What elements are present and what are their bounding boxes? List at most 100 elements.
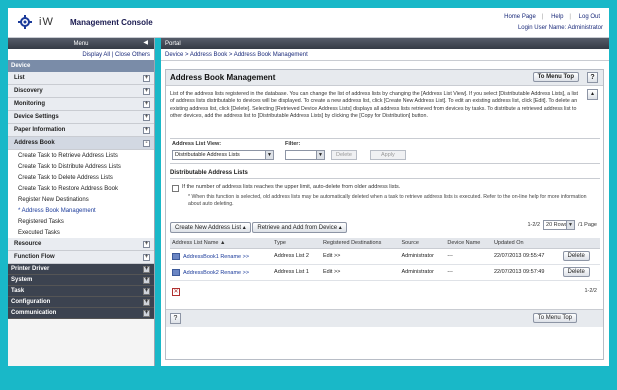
dropdown-icon: ▴ bbox=[242, 225, 246, 231]
create-new-address-list-button[interactable]: Create New Address List ▴ bbox=[170, 222, 251, 233]
sidebar-item-paper-information[interactable]: Paper Information + bbox=[8, 124, 154, 137]
delete-filter-button[interactable]: Delete bbox=[331, 150, 357, 160]
sidebar-item-communication[interactable]: Communication + bbox=[8, 308, 154, 319]
delete-button[interactable]: Delete bbox=[562, 267, 590, 277]
expand-icon[interactable]: + bbox=[143, 87, 150, 95]
edit-link[interactable]: Edit >> bbox=[320, 264, 400, 281]
help-icon[interactable]: ? bbox=[587, 72, 598, 83]
panel-header: Address Book Management To Menu Top ? bbox=[166, 70, 603, 86]
sidebar-subitem-distribute[interactable]: Create Task to Distribute Address Lists bbox=[8, 161, 154, 172]
address-list-name-link[interactable]: AddressBook2 bbox=[183, 269, 219, 275]
expand-icon[interactable]: + bbox=[143, 276, 150, 284]
sidebar-subitem-restore[interactable]: Create Task to Restore Address Book bbox=[8, 183, 154, 194]
col-address-list-name[interactable]: Address List Name ▲ bbox=[170, 238, 273, 249]
sidebar-item-label: Device Settings bbox=[14, 114, 59, 120]
delete-selected-icon[interactable]: ✕ bbox=[172, 288, 180, 296]
sidebar-subitem-address-book-management[interactable]: * Address Book Management bbox=[8, 205, 154, 216]
sidebar-item-monitoring[interactable]: Monitoring + bbox=[8, 98, 154, 111]
sidebar-device-header[interactable]: Device bbox=[8, 60, 154, 72]
sort-asc-icon[interactable]: ▲ bbox=[220, 240, 225, 246]
table-header-row: Address List Name ▲ Type Registered Dest… bbox=[170, 238, 600, 249]
close-others-link[interactable]: Close Others bbox=[115, 52, 150, 58]
rows-per-page-select[interactable]: 20 Rows ▼ bbox=[543, 220, 576, 230]
sidebar-item-task[interactable]: Task + bbox=[8, 286, 154, 297]
sidebar-item-resource[interactable]: Resource + bbox=[8, 238, 154, 251]
sidebar-item-device-settings[interactable]: Device Settings + bbox=[8, 111, 154, 124]
page-description: List of the address lists registered in … bbox=[170, 91, 578, 120]
portal-bar: Portal bbox=[161, 38, 609, 49]
row-source-cell: Administrator bbox=[399, 248, 446, 265]
retrieve-and-add-button[interactable]: Retrieve and Add from Device ▴ bbox=[252, 222, 347, 233]
rename-link[interactable]: Rename >> bbox=[220, 269, 249, 275]
sidebar-item-label: Monitoring bbox=[14, 101, 45, 107]
top-bar: iW Management Console Home Page | Help | L… bbox=[8, 8, 609, 38]
address-list-view-label: Address List View: bbox=[172, 141, 222, 147]
to-menu-top-button[interactable]: To Menu Top bbox=[532, 72, 579, 82]
sidebar-subitem-register[interactable]: Register New Destinations bbox=[8, 194, 154, 205]
col-source[interactable]: Source bbox=[399, 238, 446, 249]
expand-icon[interactable]: + bbox=[143, 309, 150, 317]
logout-link[interactable]: Log Out bbox=[576, 14, 603, 20]
address-book-icon bbox=[172, 252, 180, 260]
table-row: AddressBook1 Rename >> Address List 2 Ed… bbox=[170, 248, 600, 265]
expand-icon[interactable]: + bbox=[143, 240, 150, 248]
chevron-down-icon: ▼ bbox=[265, 151, 273, 159]
sidebar-item-configuration[interactable]: Configuration + bbox=[8, 297, 154, 308]
main-area: Portal Device > Address Book > Address B… bbox=[161, 38, 609, 366]
collapse-icon[interactable]: - bbox=[143, 139, 150, 147]
sidebar-item-address-book[interactable]: Address Book - bbox=[8, 137, 154, 150]
row-name-cell: AddressBook1 Rename >> bbox=[170, 248, 273, 265]
col-type[interactable]: Type bbox=[272, 238, 321, 249]
col-updated-on[interactable]: Updated On bbox=[491, 238, 561, 249]
row-device-cell: --- bbox=[445, 248, 492, 265]
sidebar-subitem-retrieve[interactable]: Create Task to Retrieve Address Lists bbox=[8, 150, 154, 161]
delete-button[interactable]: Delete bbox=[562, 251, 590, 261]
sidebar-subitem-registered-tasks[interactable]: Registered Tasks bbox=[8, 216, 154, 227]
home-page-link[interactable]: Home Page bbox=[501, 14, 539, 20]
sidebar-item-list[interactable]: List + bbox=[8, 72, 154, 85]
expand-icon[interactable]: + bbox=[143, 298, 150, 306]
sidebar-item-function-flow[interactable]: Function Flow + bbox=[8, 251, 154, 264]
expand-icon[interactable]: + bbox=[143, 253, 150, 261]
expand-icon[interactable]: + bbox=[143, 287, 150, 295]
edit-link[interactable]: Edit >> bbox=[320, 248, 400, 265]
filter-select[interactable]: ▼ bbox=[285, 150, 325, 160]
expand-icon[interactable]: + bbox=[143, 74, 150, 82]
to-menu-top-button-bottom[interactable]: To Menu Top bbox=[532, 313, 577, 323]
app-title: Management Console bbox=[70, 18, 153, 27]
expand-icon[interactable]: + bbox=[143, 265, 150, 273]
display-all-link[interactable]: Display All bbox=[82, 52, 110, 58]
expand-icon[interactable]: + bbox=[143, 126, 150, 134]
address-list-table: Address List Name ▲ Type Registered Dest… bbox=[170, 238, 600, 281]
sidebar-item-printer-driver[interactable]: Printer Driver + bbox=[8, 264, 154, 275]
sidebar-subitem-executed-tasks[interactable]: Executed Tasks bbox=[8, 227, 154, 238]
collapse-sidebar-icon[interactable]: ◀ bbox=[143, 39, 148, 46]
sidebar-item-label: Printer Driver bbox=[11, 266, 50, 272]
col-device-name[interactable]: Device Name bbox=[445, 238, 492, 249]
row-updated-cell: 22/07/2013 09:57:49 bbox=[491, 264, 561, 281]
retrieve-label: Retrieve and Add from Device bbox=[257, 225, 338, 231]
rename-link[interactable]: Rename >> bbox=[220, 253, 249, 259]
row-name-cell: AddressBook2 Rename >> bbox=[170, 264, 273, 281]
address-list-view-select[interactable]: Distributable Address Lists ▼ bbox=[172, 150, 274, 160]
sidebar-item-label: Paper Information bbox=[14, 127, 66, 133]
expand-icon[interactable]: + bbox=[143, 100, 150, 108]
sidebar-item-discovery[interactable]: Discovery + bbox=[8, 85, 154, 98]
address-list-name-link[interactable]: AddressBook1 bbox=[183, 253, 219, 259]
expand-icon[interactable]: + bbox=[143, 113, 150, 121]
breadcrumb[interactable]: Device > Address Book > Address Book Man… bbox=[161, 49, 609, 61]
sidebar-header: Menu ◀ bbox=[8, 38, 154, 49]
top-links: Home Page | Help | Log Out Login User Name… bbox=[501, 12, 603, 34]
page-count: /1 Page bbox=[578, 222, 597, 228]
apply-button[interactable]: Apply bbox=[370, 150, 406, 160]
help-link[interactable]: Help bbox=[548, 14, 566, 20]
sidebar-subitem-delete[interactable]: Create Task to Delete Address Lists bbox=[8, 172, 154, 183]
row-device-cell: --- bbox=[445, 264, 492, 281]
sidebar-item-system[interactable]: System + bbox=[8, 275, 154, 286]
expand-description-icon[interactable]: ▴ bbox=[587, 89, 598, 100]
auto-delete-checkbox[interactable] bbox=[172, 185, 179, 192]
login-user: Login User Name: Administrator bbox=[517, 25, 603, 31]
help-icon[interactable]: ? bbox=[170, 313, 181, 324]
dropdown-icon: ▴ bbox=[338, 225, 342, 231]
col-registered-destinations[interactable]: Registered Destinations bbox=[320, 238, 400, 249]
